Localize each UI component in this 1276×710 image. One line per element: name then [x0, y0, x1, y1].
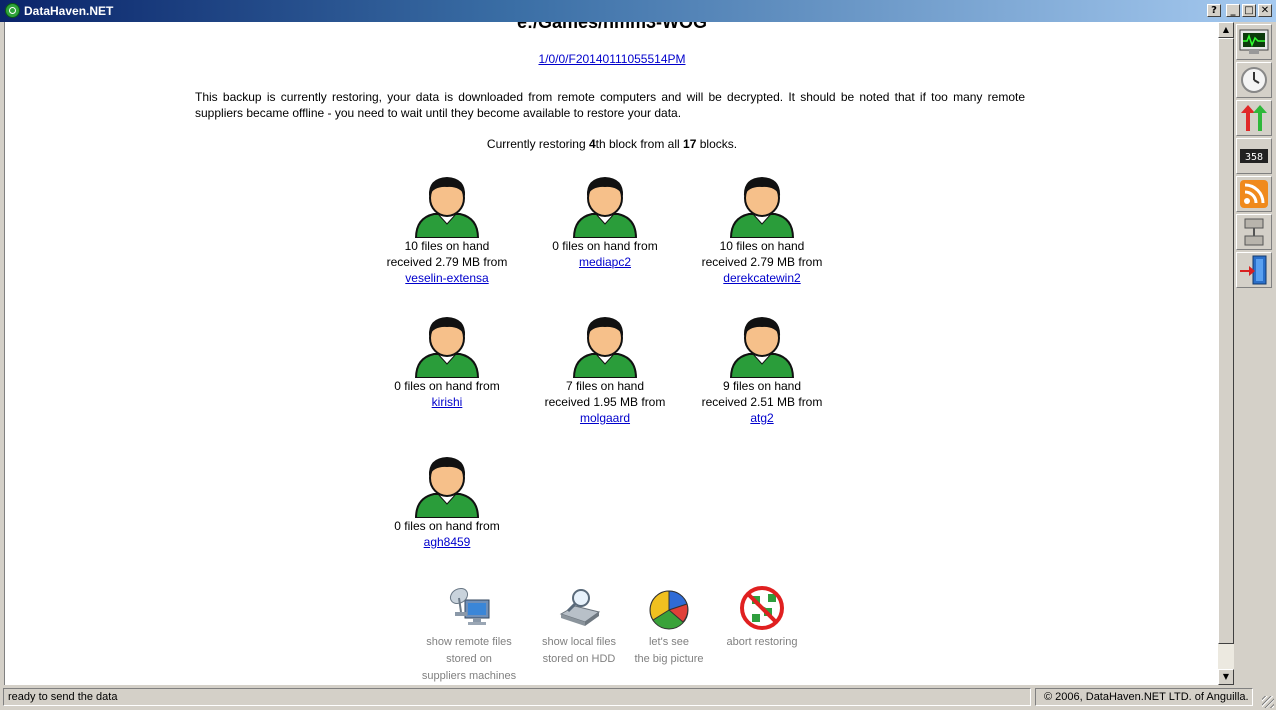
supplier-received-line: received 2.79 MB from — [701, 255, 823, 269]
action-bar: show remote files stored on suppliers ma… — [5, 582, 1219, 685]
local-hdd-icon — [559, 589, 601, 626]
app-logo-icon[interactable] — [5, 3, 20, 18]
supplier-card: 0 files on hand from mediapc2 — [526, 172, 684, 270]
supplier-name-link[interactable]: veselin-extensa — [405, 271, 488, 285]
local-files-label-2: stored on HDD — [542, 653, 616, 665]
close-button[interactable]: ✕ — [1258, 4, 1272, 17]
scroll-down-button[interactable]: ▼ — [1218, 669, 1234, 685]
user-avatar-icon — [572, 177, 638, 238]
counter-icon: 358 — [1240, 149, 1268, 163]
user-avatar-icon — [729, 317, 795, 378]
maximize-button[interactable]: □ — [1242, 4, 1256, 17]
supplier-name-link[interactable]: molgaard — [580, 411, 630, 425]
help-button[interactable]: ? — [1207, 4, 1221, 17]
title-bar: DataHaven.NET ? _ □ ✕ — [0, 0, 1276, 22]
supplier-files-line: 7 files on hand — [565, 379, 645, 393]
status-bar: ready to send the data © 2006, DataHaven… — [0, 685, 1276, 710]
counter-button[interactable]: 358 — [1236, 138, 1272, 174]
svg-text:358: 358 — [1245, 152, 1263, 163]
main-content: e:/Games/hmm3-WOG 1/0/0/F20140111055514P… — [4, 22, 1219, 685]
clock-icon — [1241, 67, 1267, 93]
progress-current-block: 4 — [588, 137, 596, 151]
transfer-arrows-icon — [1241, 105, 1267, 131]
network-icon — [1244, 218, 1264, 246]
progress-total-blocks: 17 — [683, 137, 697, 151]
abort-restoring-button[interactable]: abort restoring — [707, 584, 817, 651]
user-avatar-icon — [414, 457, 480, 518]
monitor-button[interactable] — [1236, 24, 1272, 60]
progress-suffix: blocks. — [696, 137, 738, 151]
copyright-text: © 2006, DataHaven.NET LTD. of Anguilla. — [1035, 688, 1253, 706]
status-message: ready to send the data — [3, 688, 1031, 706]
minimize-button[interactable]: _ — [1226, 4, 1240, 17]
transfers-button[interactable] — [1236, 100, 1272, 136]
supplier-name-link[interactable]: atg2 — [750, 411, 773, 425]
abort-label: abort restoring — [726, 636, 798, 648]
restore-progress: Currently restoring 4th block from all 1… — [5, 137, 1219, 151]
scroll-up-button[interactable]: ▲ — [1218, 22, 1234, 38]
supplier-name-link[interactable]: agh8459 — [424, 535, 471, 549]
monitor-icon — [1239, 29, 1269, 54]
abort-icon — [740, 586, 784, 630]
exit-door-icon — [1240, 255, 1267, 285]
supplier-name-link[interactable]: derekcatewin2 — [723, 271, 800, 285]
network-button[interactable] — [1236, 214, 1272, 250]
supplier-received-line: received 2.51 MB from — [701, 395, 823, 409]
user-avatar-icon — [729, 177, 795, 238]
resize-grip[interactable] — [1262, 696, 1274, 708]
remote-files-label-2: stored on — [446, 653, 492, 665]
user-avatar-icon — [572, 317, 638, 378]
remote-computer-icon — [449, 587, 490, 625]
local-files-label-1: show local files — [542, 636, 616, 648]
supplier-files-line: 0 files on hand from — [552, 239, 658, 253]
progress-middle: th block from all — [595, 137, 684, 151]
supplier-name-link[interactable]: kirishi — [432, 395, 463, 409]
supplier-files-line: 0 files on hand from — [394, 519, 500, 533]
remote-files-label-1: show remote files — [426, 636, 512, 648]
rss-icon — [1240, 180, 1268, 208]
supplier-card: 10 files on hand received 2.79 MB from der… — [683, 172, 841, 286]
supplier-received-line: received 1.95 MB from — [544, 395, 666, 409]
supplier-files-line: 10 files on hand — [404, 239, 490, 253]
vertical-scrollbar[interactable]: ▲ ▼ — [1218, 22, 1234, 685]
supplier-files-line: 10 files on hand — [719, 239, 805, 253]
right-toolbar: 358 — [1234, 22, 1276, 685]
user-avatar-icon — [414, 177, 480, 238]
supplier-card: 0 files on hand from agh8459 — [368, 452, 526, 550]
pie-chart-icon — [649, 590, 689, 630]
supplier-card: 10 files on hand received 2.79 MB from ves… — [368, 172, 526, 286]
exit-button[interactable] — [1236, 252, 1272, 288]
supplier-card: 0 files on hand from kirishi — [368, 312, 526, 410]
backup-path-heading: e:/Games/hmm3-WOG — [516, 22, 708, 32]
restore-description: This backup is currently restoring, your… — [195, 90, 1025, 120]
user-avatar-icon — [414, 317, 480, 378]
scroll-thumb[interactable] — [1218, 38, 1234, 644]
remote-files-label-3: suppliers machines — [421, 670, 517, 682]
supplier-card: 7 files on hand received 1.95 MB from molg… — [526, 312, 684, 426]
progress-prefix: Currently restoring — [486, 137, 589, 151]
supplier-received-line: received 2.79 MB from — [386, 255, 508, 269]
schedule-button[interactable] — [1236, 62, 1272, 98]
window-title: DataHaven.NET — [24, 4, 114, 18]
big-picture-label-2: the big picture — [634, 653, 704, 665]
backup-id-link[interactable]: 1/0/0/F20140111055514PM — [538, 52, 685, 66]
show-remote-files-button[interactable]: show remote files stored on suppliers ma… — [414, 584, 524, 685]
rss-button[interactable] — [1236, 176, 1272, 212]
supplier-card: 9 files on hand received 2.51 MB from atg2 — [683, 312, 841, 426]
supplier-files-line: 0 files on hand from — [394, 379, 500, 393]
supplier-files-line: 9 files on hand — [722, 379, 802, 393]
supplier-name-link[interactable]: mediapc2 — [579, 255, 631, 269]
big-picture-label-1: let's see — [648, 636, 689, 648]
